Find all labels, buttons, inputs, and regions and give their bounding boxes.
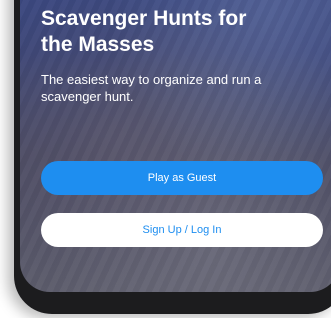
- play-as-guest-button[interactable]: Play as Guest: [41, 161, 323, 195]
- app-screen: Scavenger Hunts for the Masses The easie…: [20, 0, 331, 292]
- hero-tagline: The easiest way to organize and run a sc…: [41, 72, 262, 104]
- stage: Scavenger Hunts for the Masses The easie…: [0, 0, 331, 318]
- sign-up-log-in-button[interactable]: Sign Up / Log In: [41, 213, 323, 247]
- hero-headline: Scavenger Hunts for the Masses: [41, 7, 247, 56]
